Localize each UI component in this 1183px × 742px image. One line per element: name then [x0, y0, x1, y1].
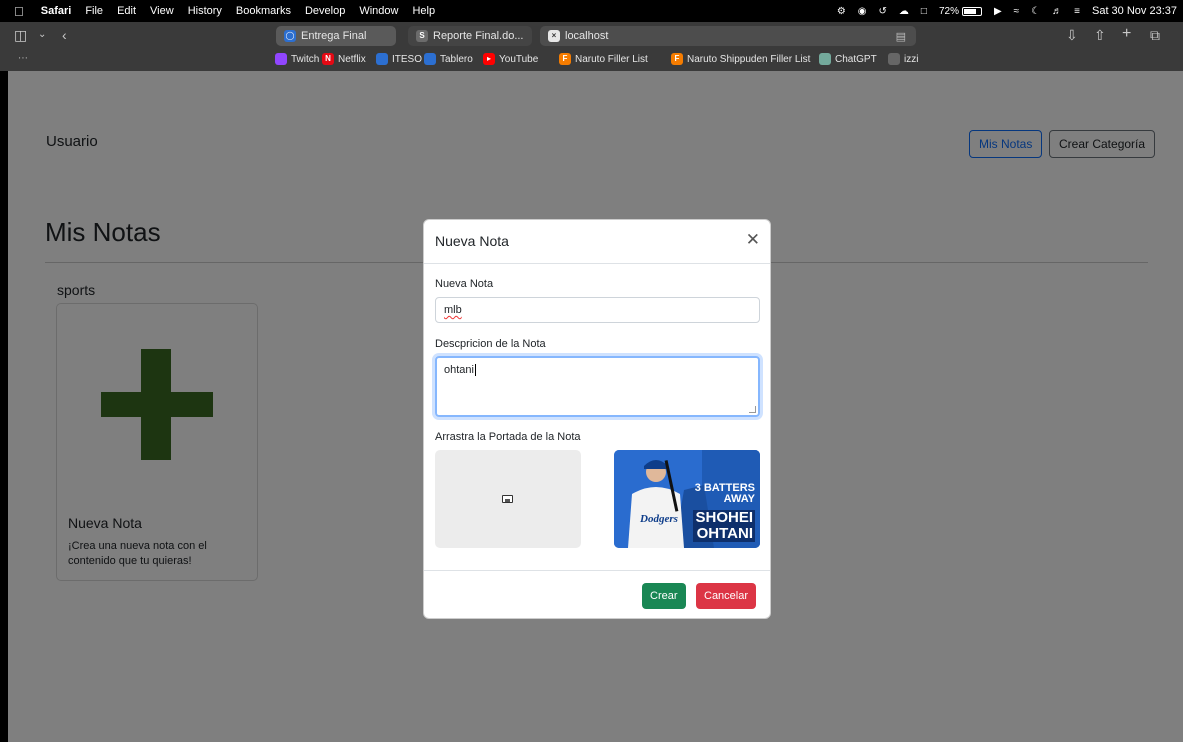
- chevron-down-icon[interactable]: ⌄: [38, 29, 46, 40]
- tab-label: localhost: [565, 30, 609, 42]
- modal-title: Nueva Nota: [435, 233, 509, 249]
- menu-file[interactable]: File: [78, 5, 110, 17]
- tab-label: Reporte Final.do...: [433, 30, 524, 42]
- menu-bar:  Safari File Edit View History Bookmark…: [0, 0, 1183, 22]
- battery-status[interactable]: 72%: [939, 6, 982, 17]
- window-icon[interactable]: □: [921, 6, 927, 17]
- note-name-value: mlb: [444, 304, 462, 316]
- cloud-icon[interactable]: ☁: [899, 6, 909, 17]
- reader-icon[interactable]: ▤: [896, 30, 906, 43]
- tab-overview-icon[interactable]: ⧉: [1150, 27, 1160, 44]
- apple-icon[interactable]: : [0, 4, 34, 19]
- cover-dropzone[interactable]: [435, 450, 581, 548]
- clock[interactable]: Sat 30 Nov 23:37: [1092, 5, 1177, 17]
- control-center-icon[interactable]: ≡: [1074, 6, 1080, 17]
- tab-localhost[interactable]: × localhost ▤: [540, 26, 916, 46]
- sync-icon[interactable]: ↺: [879, 6, 887, 17]
- modal-footer-divider: [424, 570, 770, 571]
- image-placeholder-icon: [502, 495, 513, 503]
- cancelar-button[interactable]: Cancelar: [696, 583, 757, 609]
- bookmark-izzi[interactable]: izzi: [888, 53, 918, 65]
- filler-icon: F: [671, 53, 683, 65]
- extension-icon[interactable]: ⚙: [837, 6, 846, 17]
- s-icon: S: [416, 30, 428, 42]
- note-description-value: ohtani: [444, 364, 474, 376]
- sidebar-toggle-icon[interactable]: ◫: [14, 27, 27, 44]
- iteso-icon: [376, 53, 388, 65]
- bookmark-naruto-filler[interactable]: F Naruto Filler List: [559, 53, 648, 65]
- izzi-icon: [888, 53, 900, 65]
- svg-text:Dodgers: Dodgers: [639, 513, 678, 525]
- menu-edit[interactable]: Edit: [110, 5, 143, 17]
- bookmark-tablero[interactable]: Tablero: [424, 53, 473, 65]
- bookmark-label: ITESO: [392, 53, 423, 65]
- note-description-label: Descpricion de la Nota: [435, 338, 546, 350]
- download-icon[interactable]: ⇩: [1066, 27, 1078, 44]
- battery-percent: 72%: [938, 5, 959, 17]
- wifi-icon[interactable]: ≈: [1014, 6, 1020, 17]
- bookmark-label: Naruto Filler List: [575, 53, 648, 65]
- cover-name1: SHOHEI: [693, 509, 755, 526]
- new-tab-icon[interactable]: +: [1122, 25, 1131, 43]
- bookmark-label: Twitch: [291, 53, 320, 65]
- cover-line2: AWAY: [723, 493, 755, 505]
- tab-label: Entrega Final: [301, 30, 367, 42]
- cover-preview-image: Dodgers 3 BATTERS AWAY SHOHEI OHTANI: [614, 450, 760, 548]
- note-description-textarea[interactable]: ohtani: [435, 356, 760, 417]
- filler-icon: F: [559, 53, 571, 65]
- x-icon: ×: [548, 30, 560, 42]
- tab-reporte-final[interactable]: S Reporte Final.do...: [408, 26, 532, 46]
- bookmark-youtube[interactable]: ▸ YouTube: [483, 53, 538, 65]
- tablero-icon: [424, 53, 436, 65]
- crear-button[interactable]: Crear: [642, 583, 686, 609]
- menu-history[interactable]: History: [181, 5, 229, 17]
- cover-name2: OHTANI: [693, 526, 755, 542]
- battery-icon: [961, 6, 982, 16]
- shield-icon: ◯: [284, 30, 296, 42]
- back-icon[interactable]: ‹: [62, 27, 67, 43]
- bookmark-chatgpt[interactable]: ChatGPT: [819, 53, 877, 65]
- bookmark-label: ChatGPT: [835, 53, 877, 65]
- menu-help[interactable]: Help: [405, 5, 442, 17]
- bookmark-twitch[interactable]: Twitch: [275, 53, 319, 65]
- bookmarks-bar: ⋯ Twitch N Netflix ITESO Tablero ▸ YouTu…: [0, 49, 1183, 71]
- menu-app-name[interactable]: Safari: [34, 5, 79, 17]
- bookmark-label: Tablero: [440, 53, 473, 65]
- menu-view[interactable]: View: [143, 5, 181, 17]
- bookmark-label: YouTube: [499, 53, 539, 65]
- netflix-icon: N: [322, 53, 334, 65]
- status-area: ⚙ ◉ ↺ ☁ □ 72% ▶ ≈ ☾ ♬ ≡ Sat 30 Nov 23:37: [837, 0, 1177, 22]
- volume-icon[interactable]: ♬: [1052, 6, 1062, 17]
- share-icon[interactable]: ⇧: [1094, 27, 1106, 44]
- bookmark-label: Netflix: [338, 53, 366, 65]
- cover-label: Arrastra la Portada de la Nota: [435, 431, 581, 443]
- menu-develop[interactable]: Develop: [298, 5, 352, 17]
- bookmark-iteso[interactable]: ITESO: [376, 53, 422, 65]
- close-icon[interactable]: ✕: [746, 231, 760, 249]
- menu-bookmarks[interactable]: Bookmarks: [229, 5, 298, 17]
- bookmark-naruto-shippuden[interactable]: F Naruto Shippuden Filler List: [671, 53, 810, 65]
- menu-window[interactable]: Window: [352, 5, 405, 17]
- moon-icon[interactable]: ☾: [1031, 6, 1040, 17]
- grid-icon[interactable]: ⋯: [18, 53, 28, 64]
- note-name-label: Nueva Nota: [435, 278, 494, 290]
- focus-icon[interactable]: ▶: [994, 6, 1002, 17]
- new-note-modal: Nueva Nota ✕ Nueva Nota mlb Descpricion …: [423, 219, 771, 619]
- text-caret: [474, 364, 476, 377]
- tab-entrega-final[interactable]: ◯ Entrega Final: [276, 26, 396, 46]
- twitch-icon: [275, 53, 287, 65]
- bookmark-netflix[interactable]: N Netflix: [322, 53, 366, 65]
- note-name-input[interactable]: mlb: [435, 297, 760, 323]
- modal-header: Nueva Nota ✕: [424, 220, 770, 264]
- browser-toolbar: ◫ ⌄ ‹ ◯ Entrega Final S Reporte Final.do…: [0, 22, 1183, 71]
- bookmark-label: Naruto Shippuden Filler List: [687, 53, 811, 65]
- youtube-icon: ▸: [483, 53, 495, 65]
- web-page: Usuario Mis Notas Crear Categoría Mis No…: [8, 71, 1183, 742]
- record-icon[interactable]: ◉: [858, 6, 867, 17]
- resize-handle-icon[interactable]: [749, 406, 756, 413]
- cover-text: 3 BATTERS AWAY SHOHEI OHTANI: [693, 483, 755, 542]
- chatgpt-icon: [819, 53, 831, 65]
- bookmark-label: izzi: [904, 53, 919, 65]
